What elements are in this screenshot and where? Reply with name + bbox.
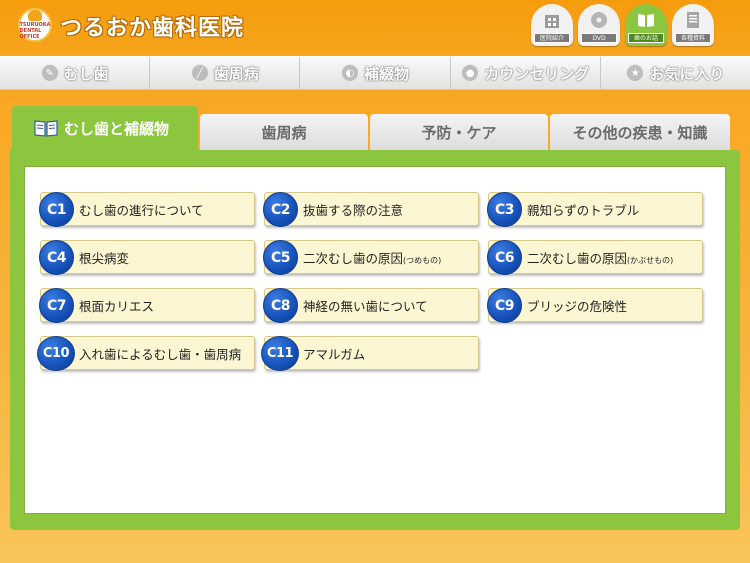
- nav-item-caries[interactable]: ✎ むし歯: [0, 57, 151, 89]
- tooth-talk-button[interactable]: 歯のお話: [625, 4, 667, 46]
- building-icon: [545, 15, 559, 28]
- topic-label: 入れ歯によるむし歯・歯周病: [79, 346, 242, 362]
- topic-button-c3[interactable]: C3 親知らずのトラブル: [487, 192, 703, 227]
- nav-item-label: お気に入り: [649, 64, 725, 83]
- tab-other-diseases[interactable]: その他の疾患・知識: [550, 114, 730, 150]
- topic-label: 根尖病変: [79, 250, 130, 266]
- tab-periodontal[interactable]: 歯周病: [200, 114, 368, 150]
- tab-prevention-care[interactable]: 予防・ケア: [370, 114, 548, 150]
- tab-label: 予防・ケア: [421, 123, 497, 142]
- clinic-info-label: 医院紹介: [534, 33, 570, 43]
- clinic-logo: TSURUOKA DENTAL OFFICE: [18, 8, 52, 42]
- person-icon: ●: [461, 64, 480, 82]
- topic-code-badge: C10: [37, 336, 75, 371]
- toothbrush-icon: ╱: [190, 64, 209, 82]
- topic-code-badge: C9: [487, 288, 522, 323]
- topic-button-c10[interactable]: C10 入れ歯によるむし歯・歯周病: [37, 336, 255, 371]
- topic-code-badge: C2: [263, 192, 298, 227]
- nav-item-counseling[interactable]: ● カウンセリング: [451, 57, 601, 89]
- nav-item-favorites[interactable]: ★ お気に入り: [601, 57, 750, 89]
- tooth-icon: ✎: [40, 64, 59, 82]
- topic-area: C1 むし歯の進行について C2 抜歯する際の注意 C3 親知らずのトラブル C…: [24, 166, 726, 514]
- nav-item-prosthesis[interactable]: ◐ 補綴物: [300, 57, 451, 89]
- topic-code-badge: C11: [261, 336, 299, 371]
- tab-label: むし歯と補綴物: [64, 119, 170, 138]
- topic-note: (かぶせもの): [627, 255, 674, 265]
- document-icon: [687, 12, 699, 28]
- topic-button-c11[interactable]: C11 アマルガム: [261, 336, 479, 371]
- topic-note: (つめもの): [403, 255, 442, 265]
- category-tabs: むし歯と補綴物 歯周病 予防・ケア その他の疾患・知識: [12, 106, 732, 150]
- main-nav: ✎ むし歯 ╱ 歯周病 ◐ 補綴物 ● カウンセリング ★ お気に入り: [0, 56, 750, 90]
- topic-label: むし歯の進行について: [79, 202, 204, 218]
- clinic-name: つるおか歯科医院: [60, 16, 245, 41]
- open-book-icon: [34, 120, 58, 137]
- topic-button-c7[interactable]: C7 根面カリエス: [39, 288, 255, 323]
- book-icon: [638, 14, 654, 27]
- topic-code-badge: C4: [39, 240, 74, 275]
- tab-label: その他の疾患・知識: [572, 123, 708, 142]
- documents-button[interactable]: 各種資料: [672, 4, 714, 46]
- logo-text: TSURUOKA DENTAL OFFICE: [19, 22, 51, 40]
- nav-item-label: 補綴物: [364, 64, 410, 83]
- topic-button-c2[interactable]: C2 抜歯する際の注意: [263, 192, 479, 227]
- topic-button-c9[interactable]: C9 ブリッジの危険性: [487, 288, 703, 323]
- dvd-button[interactable]: DVD: [578, 4, 620, 46]
- tab-caries-prosthesis[interactable]: むし歯と補綴物: [12, 106, 198, 150]
- dvd-icon: [591, 12, 607, 28]
- top-icon-bar: 医院紹介 DVD 歯のお話 各種資料: [531, 4, 714, 46]
- content-panel: C1 むし歯の進行について C2 抜歯する際の注意 C3 親知らずのトラブル C…: [10, 150, 740, 530]
- topic-button-c4[interactable]: C4 根尖病変: [39, 240, 255, 275]
- tab-label: 歯周病: [261, 123, 307, 142]
- topic-label: 神経の無い歯について: [303, 298, 428, 314]
- topic-code-badge: C8: [263, 288, 298, 323]
- topic-label: アマルガム: [303, 346, 366, 362]
- topic-button-c5[interactable]: C5 二次むし歯の原因(つめもの): [263, 240, 479, 275]
- topic-code-badge: C3: [487, 192, 522, 227]
- topic-label: 根面カリエス: [79, 298, 155, 314]
- crown-icon: ◐: [341, 64, 359, 82]
- topic-code-badge: C6: [487, 240, 522, 275]
- topic-button-c8[interactable]: C8 神経の無い歯について: [263, 288, 479, 323]
- clinic-info-button[interactable]: 医院紹介: [531, 4, 573, 46]
- dvd-label: DVD: [581, 33, 617, 43]
- topic-label: 二次むし歯の原因(かぶせもの): [527, 250, 674, 266]
- topic-label: 二次むし歯の原因(つめもの): [303, 250, 442, 266]
- topic-code-badge: C7: [39, 288, 74, 323]
- topic-code-badge: C5: [263, 240, 298, 275]
- topic-grid: C1 むし歯の進行について C2 抜歯する際の注意 C3 親知らずのトラブル C…: [37, 192, 710, 371]
- topic-code-badge: C1: [39, 192, 74, 227]
- topic-label: 抜歯する際の注意: [303, 202, 404, 218]
- star-icon: ★: [626, 64, 645, 82]
- tooth-talk-label: 歯のお話: [628, 33, 664, 43]
- nav-item-label: 歯周病: [213, 64, 259, 83]
- app-header: TSURUOKA DENTAL OFFICE つるおか歯科医院 医院紹介 DVD…: [0, 0, 750, 52]
- topic-button-c1[interactable]: C1 むし歯の進行について: [39, 192, 255, 227]
- documents-label: 各種資料: [675, 33, 711, 43]
- nav-item-label: カウンセリング: [484, 64, 590, 83]
- topic-label: 親知らずのトラブル: [527, 202, 640, 218]
- topic-button-c6[interactable]: C6 二次むし歯の原因(かぶせもの): [487, 240, 703, 275]
- topic-label: ブリッジの危険性: [527, 298, 628, 314]
- tooth-icon: [28, 10, 42, 21]
- nav-item-periodontal[interactable]: ╱ 歯周病: [150, 57, 301, 89]
- nav-item-label: むし歯: [63, 64, 109, 83]
